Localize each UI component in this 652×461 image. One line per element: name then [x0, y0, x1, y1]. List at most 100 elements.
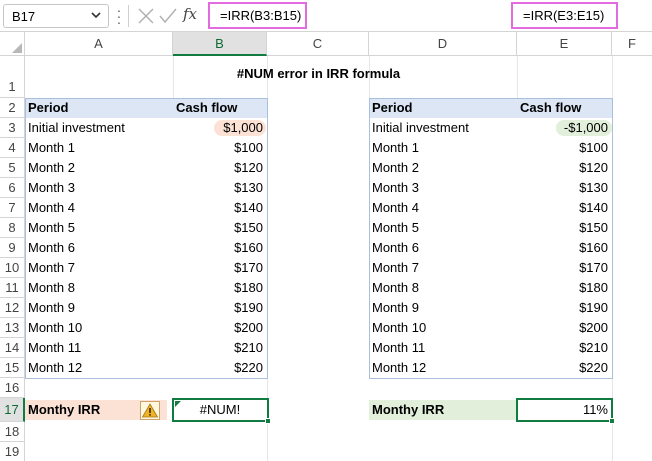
right-cashflow-cell[interactable]: $190	[517, 298, 612, 318]
left-period-cell[interactable]: Month 2	[25, 158, 173, 178]
right-cashflow-cell[interactable]: $150	[517, 218, 612, 238]
row-header-14[interactable]: 14	[0, 338, 25, 358]
left-header-period[interactable]: Period	[25, 98, 173, 118]
right-cashflow-cell[interactable]: $120	[517, 158, 612, 178]
right-header-period[interactable]: Period	[369, 98, 517, 118]
left-cashflow-cell[interactable]: $160	[173, 238, 267, 258]
cancel-x-icon[interactable]	[136, 6, 156, 26]
row-header-1[interactable]: 1	[0, 56, 25, 98]
row-header-13[interactable]: 13	[0, 318, 25, 338]
sheet-title: #NUM error in IRR formula	[236, 66, 401, 81]
left-period-cell[interactable]: Month 9	[25, 298, 173, 318]
left-cashflow-cell[interactable]: $1,000	[173, 118, 267, 138]
row-header-4[interactable]: 4	[0, 138, 25, 158]
right-header-cashflow[interactable]: Cash flow	[517, 98, 612, 118]
right-cashflow-cell[interactable]: $130	[517, 178, 612, 198]
row-header-19[interactable]: 19	[0, 442, 25, 461]
active-cell-border	[172, 398, 269, 422]
fill-handle[interactable]	[265, 418, 271, 424]
row-header-18[interactable]: 18	[0, 422, 25, 442]
left-period-cell[interactable]: Month 4	[25, 198, 173, 218]
row-header-9[interactable]: 9	[0, 238, 25, 258]
left-cashflow-cell[interactable]: $130	[173, 178, 267, 198]
right-period-cell[interactable]: Month 6	[369, 238, 517, 258]
right-cashflow-cell[interactable]: $140	[517, 198, 612, 218]
right-cashflow-cell[interactable]: $170	[517, 258, 612, 278]
left-cashflow-cell[interactable]: $100	[173, 138, 267, 158]
right-period-cell[interactable]: Month 9	[369, 298, 517, 318]
row-header-2[interactable]: 2	[0, 98, 25, 118]
right-cashflow-cell[interactable]: $160	[517, 238, 612, 258]
right-period-cell[interactable]: Month 12	[369, 358, 517, 378]
column-header-d[interactable]: D	[369, 32, 517, 56]
row-header-17[interactable]: 17	[0, 398, 25, 422]
left-cashflow-cell[interactable]: $180	[173, 278, 267, 298]
right-period-cell[interactable]: Month 5	[369, 218, 517, 238]
formula-input[interactable]: =IRR(B3:B15)	[208, 2, 307, 29]
left-period-cell[interactable]: Month 1	[25, 138, 173, 158]
formula-callout: =IRR(E3:E15)	[511, 2, 618, 29]
column-header-c[interactable]: C	[267, 32, 369, 56]
formula-bar-divider	[128, 5, 129, 27]
right-cashflow-cell[interactable]: $180	[517, 278, 612, 298]
left-cashflow-cell[interactable]: $220	[173, 358, 267, 378]
left-cashflow-cell[interactable]: $210	[173, 338, 267, 358]
right-period-cell[interactable]: Month 2	[369, 158, 517, 178]
row-header-8[interactable]: 8	[0, 218, 25, 238]
left-cashflow-cell[interactable]: $190	[173, 298, 267, 318]
fx-icon[interactable]: fx	[183, 5, 197, 23]
right-cashflow-cell[interactable]: -$1,000	[517, 118, 612, 138]
right-cashflow-cell[interactable]: $220	[517, 358, 612, 378]
left-cashflow-cell[interactable]: $120	[173, 158, 267, 178]
column-header-a[interactable]: A	[25, 32, 173, 56]
row-header-16[interactable]: 16	[0, 378, 25, 398]
warning-icon[interactable]	[140, 401, 160, 420]
row-header-11[interactable]: 11	[0, 278, 25, 298]
right-cashflow-cell[interactable]: $210	[517, 338, 612, 358]
column-header-b[interactable]: B	[173, 32, 267, 56]
chevron-down-icon[interactable]	[90, 8, 102, 22]
name-box[interactable]: B17	[3, 4, 109, 28]
name-box-value: B17	[12, 9, 36, 24]
left-period-cell[interactable]: Initial investment	[25, 118, 173, 138]
left-cashflow-cell[interactable]: $150	[173, 218, 267, 238]
left-period-cell[interactable]: Month 3	[25, 178, 173, 198]
right-period-cell[interactable]: Month 4	[369, 198, 517, 218]
row-header-10[interactable]: 10	[0, 258, 25, 278]
row-header-5[interactable]: 5	[0, 158, 25, 178]
left-period-cell[interactable]: Month 11	[25, 338, 173, 358]
right-period-cell[interactable]: Month 8	[369, 278, 517, 298]
checkmark-icon[interactable]	[158, 6, 178, 26]
left-cashflow-cell[interactable]: $140	[173, 198, 267, 218]
left-period-cell[interactable]: Month 6	[25, 238, 173, 258]
right-period-cell[interactable]: Month 1	[369, 138, 517, 158]
formula-bar: B17 · · · fx =IRR(B3:B15) =IRR(E3:E15)	[0, 0, 652, 32]
right-period-cell[interactable]: Month 7	[369, 258, 517, 278]
left-cashflow-cell[interactable]: $200	[173, 318, 267, 338]
column-header-f[interactable]: F	[612, 32, 652, 56]
row-header-6[interactable]: 6	[0, 178, 25, 198]
right-irr-label[interactable]: Monthy IRR	[369, 400, 517, 420]
left-period-cell[interactable]: Month 12	[25, 358, 173, 378]
right-period-cell[interactable]: Initial investment	[369, 118, 517, 138]
left-period-cell[interactable]: Month 7	[25, 258, 173, 278]
select-all-corner[interactable]	[0, 32, 25, 56]
left-period-cell[interactable]: Month 8	[25, 278, 173, 298]
right-period-cell[interactable]: Month 10	[369, 318, 517, 338]
row-header-12[interactable]: 12	[0, 298, 25, 318]
left-header-cashflow[interactable]: Cash flow	[173, 98, 267, 118]
column-header-e[interactable]: E	[517, 32, 612, 56]
left-period-cell[interactable]: Month 5	[25, 218, 173, 238]
row-header-15[interactable]: 15	[0, 358, 25, 378]
more-options-icon[interactable]: · · ·	[114, 3, 124, 29]
left-period-cell[interactable]: Month 10	[25, 318, 173, 338]
right-period-cell[interactable]: Month 3	[369, 178, 517, 198]
right-cashflow-cell[interactable]: $200	[517, 318, 612, 338]
right-period-cell[interactable]: Month 11	[369, 338, 517, 358]
fill-handle[interactable]	[609, 418, 615, 424]
right-result-border	[516, 398, 613, 422]
left-cashflow-cell[interactable]: $170	[173, 258, 267, 278]
row-header-7[interactable]: 7	[0, 198, 25, 218]
row-header-3[interactable]: 3	[0, 118, 25, 138]
right-cashflow-cell[interactable]: $100	[517, 138, 612, 158]
